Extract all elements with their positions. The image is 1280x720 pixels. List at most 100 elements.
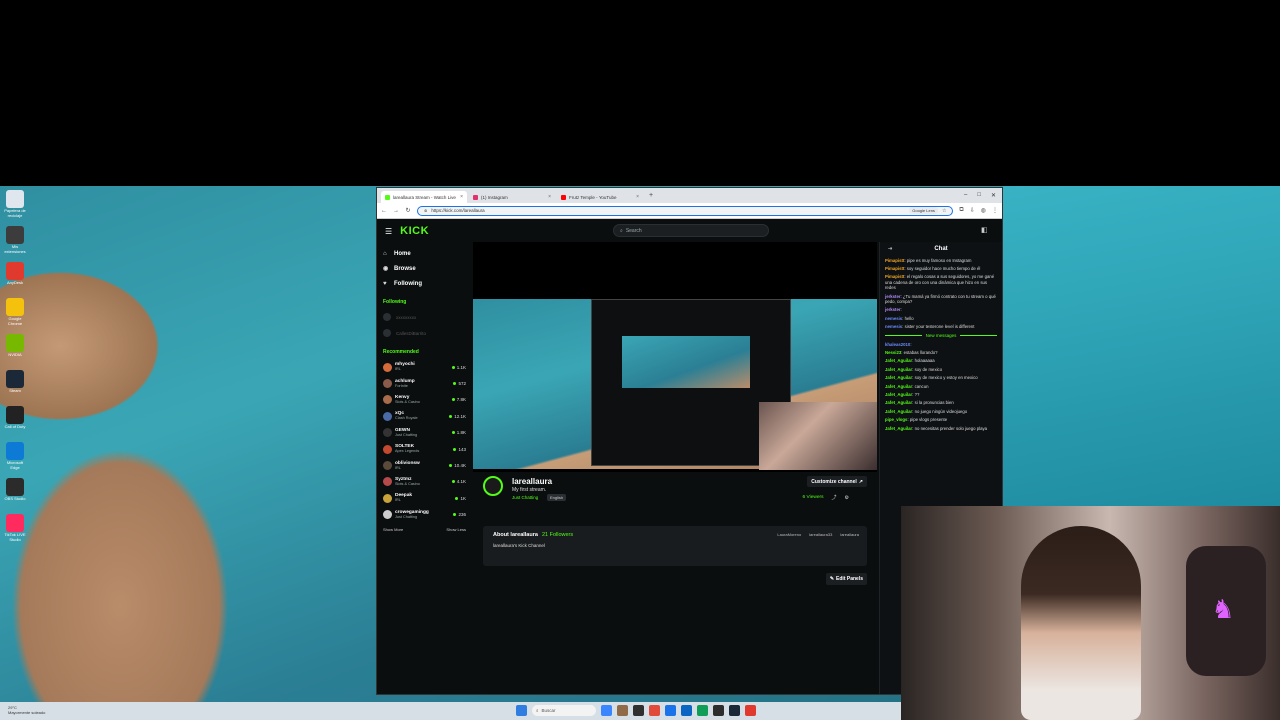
chat-username[interactable]: Jafet_Aguilar	[885, 409, 912, 414]
chat-username[interactable]: Pimapistt	[885, 266, 904, 271]
tab-close-icon[interactable]: ×	[548, 194, 551, 200]
stream-category[interactable]: Just Chatting	[512, 495, 538, 500]
recommended-channel[interactable]: Syztmz Slots & Casino 4.1K	[383, 474, 466, 490]
chat-username[interactable]: jerkster	[885, 294, 901, 299]
chat-username[interactable]: khaleas2010	[885, 342, 910, 347]
profile-icon[interactable]: ◍	[981, 207, 986, 214]
back-icon[interactable]: ←	[381, 208, 387, 214]
site-info-icon[interactable]: ⊜	[424, 208, 427, 213]
desktop-icon[interactable]: Papelera de reciclaje	[2, 190, 28, 218]
taskbar-app-icon[interactable]	[697, 705, 708, 716]
recommended-channel[interactable]: mhyochi IRL 1.1K	[383, 359, 466, 375]
weather-widget[interactable]: 29°C Mayormente soleado	[8, 705, 45, 715]
collapse-chat-icon[interactable]: ⇥	[888, 242, 892, 256]
desktop-icon[interactable]: OBS Studio	[2, 478, 28, 501]
browser-tab[interactable]: (1) Instagram ×	[469, 191, 555, 203]
downloads-icon[interactable]: ⇩	[970, 207, 975, 214]
user-avatar-icon[interactable]: ◧	[981, 226, 990, 235]
desktop-icon[interactable]: Google Chrome	[2, 298, 28, 326]
chat-username[interactable]: Jafet_Aguilar	[885, 400, 912, 405]
recommended-channel[interactable]: oblivionsw IRL 10.4K	[383, 457, 466, 473]
taskbar-search[interactable]: ⌕ Buscar	[532, 705, 596, 716]
chat-username[interactable]: Pimapistt	[885, 258, 904, 263]
recommended-channel[interactable]: Deepak IRL 1K	[383, 490, 466, 506]
hamburger-menu-icon[interactable]: ☰	[385, 227, 392, 236]
sidebar-item-browse[interactable]: ◉ Browse	[383, 261, 466, 276]
kick-logo[interactable]: KICK	[400, 225, 429, 237]
social-link[interactable]: LauraMoreno	[777, 532, 801, 537]
recommended-channel[interactable]: SOLTEK Apex Legends 143	[383, 441, 466, 457]
chat-message: Jafet_Aguilar: ??	[880, 391, 1002, 399]
chat-username[interactable]: Jafet_Aguilar	[885, 384, 912, 389]
forward-icon[interactable]: →	[393, 208, 399, 214]
customize-channel-button[interactable]: Customize channel ↗	[807, 476, 867, 487]
taskbar-app-icon[interactable]	[745, 705, 756, 716]
tab-close-icon[interactable]: ×	[460, 194, 463, 200]
chat-username[interactable]: Jafet_Aguilar	[885, 358, 912, 363]
channel-name[interactable]: lareallaura	[512, 477, 552, 486]
desktop-icon[interactable]: AnyDesk	[2, 262, 28, 285]
minimize-icon[interactable]: –	[964, 192, 967, 199]
recommended-channel[interactable]: xQc Clash Royale 12.1K	[383, 408, 466, 424]
chat-username[interactable]: jerkster	[885, 307, 901, 312]
browser-tab[interactable]: lareallaura Stream - Watch Live ×	[381, 191, 467, 203]
taskbar-app-icon[interactable]	[665, 705, 676, 716]
kick-search-input[interactable]: ⌕ Search	[613, 224, 769, 237]
desktop-icon[interactable]: NVIDIA	[2, 334, 28, 357]
taskbar-app-icon[interactable]	[681, 705, 692, 716]
maximize-icon[interactable]: □	[977, 192, 981, 199]
recommended-channel[interactable]: achlump Fortnite 572	[383, 375, 466, 391]
video-player[interactable]	[473, 242, 877, 472]
bookmark-star-icon[interactable]: ☆	[942, 208, 946, 214]
show-more-link[interactable]: Show More	[383, 527, 403, 532]
recommended-channel[interactable]: GEWN Just Chatting 1.8K	[383, 425, 466, 441]
edit-panels-button[interactable]: ✎ Edit Panels	[825, 573, 867, 585]
url-field[interactable]: ⊜ https://kick.com/lareallaura Google Le…	[417, 205, 954, 216]
desktop-icon[interactable]: Mis extensiones	[2, 226, 28, 254]
show-less-link[interactable]: Show Less	[446, 527, 466, 532]
channel-avatar[interactable]	[483, 476, 503, 496]
desktop-icon[interactable]: Microsoft Edge	[2, 442, 28, 470]
taskbar-app-icon[interactable]	[649, 705, 660, 716]
recommended-channel[interactable]: crowegamingg Just Chatting 236	[383, 507, 466, 523]
google-lens-chip[interactable]: Google Lens	[909, 207, 938, 214]
taskbar-app-icon[interactable]	[633, 705, 644, 716]
desktop-icon[interactable]: Call of Duty	[2, 406, 28, 429]
recommended-channel[interactable]: Kenvy Slots & Casino 7.8K	[383, 392, 466, 408]
chat-username[interactable]: Jafet_Aguilar	[885, 426, 912, 431]
chat-username[interactable]: pipe_vlogs	[885, 417, 907, 422]
social-link[interactable]: lareallaura33	[809, 532, 832, 537]
desktop-icon[interactable]: TikTok LIVE Studio	[2, 514, 28, 542]
windows-start-icon[interactable]	[516, 705, 527, 716]
chat-username[interactable]: Jafet_Aguilar	[885, 367, 912, 372]
desktop-icon[interactable]: Steam	[2, 370, 28, 393]
chat-username[interactable]: nemesis	[885, 324, 902, 329]
more-options-icon[interactable]: ⚙	[845, 495, 849, 501]
chat-username[interactable]: nemesis	[885, 316, 902, 321]
channel-category: Clash Royale	[395, 416, 418, 421]
tab-close-icon[interactable]: ×	[636, 194, 639, 200]
close-icon[interactable]: ✕	[991, 192, 996, 199]
chat-username[interactable]: Pimapistt	[885, 274, 904, 279]
new-tab-button[interactable]: +	[645, 192, 657, 199]
taskbar-app-icon[interactable]	[601, 705, 612, 716]
browser-tab[interactable]: Frutz Temple - YouTube ×	[557, 191, 643, 203]
sidebar-item-label: Home	[394, 250, 411, 257]
taskbar-app-icon[interactable]	[729, 705, 740, 716]
chat-username[interactable]: Jafet_Aguilar	[885, 392, 912, 397]
channel-text: achlump Fortnite	[395, 379, 450, 389]
taskbar-app-icon[interactable]	[713, 705, 724, 716]
reload-icon[interactable]: ↻	[405, 207, 411, 214]
following-item[interactable]: xxxxxxxxx	[383, 309, 466, 325]
social-link[interactable]: lareallaura	[840, 532, 859, 537]
chat-username[interactable]: Nessi23	[885, 350, 901, 355]
menu-kebab-icon[interactable]: ⋮	[992, 207, 998, 214]
chat-username[interactable]: Jafet_Aguilar	[885, 375, 912, 380]
sidebar-item-home[interactable]: ⌂ Home	[383, 246, 466, 261]
following-item[interactable]: CallesDiBarrito	[383, 325, 466, 341]
sidebar-item-following[interactable]: ♥ Following	[383, 276, 466, 291]
chat-message: Jafet_Aguilar: si la pronuncias bien	[880, 399, 1002, 407]
extensions-icon[interactable]: ⧉	[959, 207, 963, 214]
taskbar-app-icon[interactable]	[617, 705, 628, 716]
share-icon[interactable]: ⤴	[832, 494, 837, 501]
